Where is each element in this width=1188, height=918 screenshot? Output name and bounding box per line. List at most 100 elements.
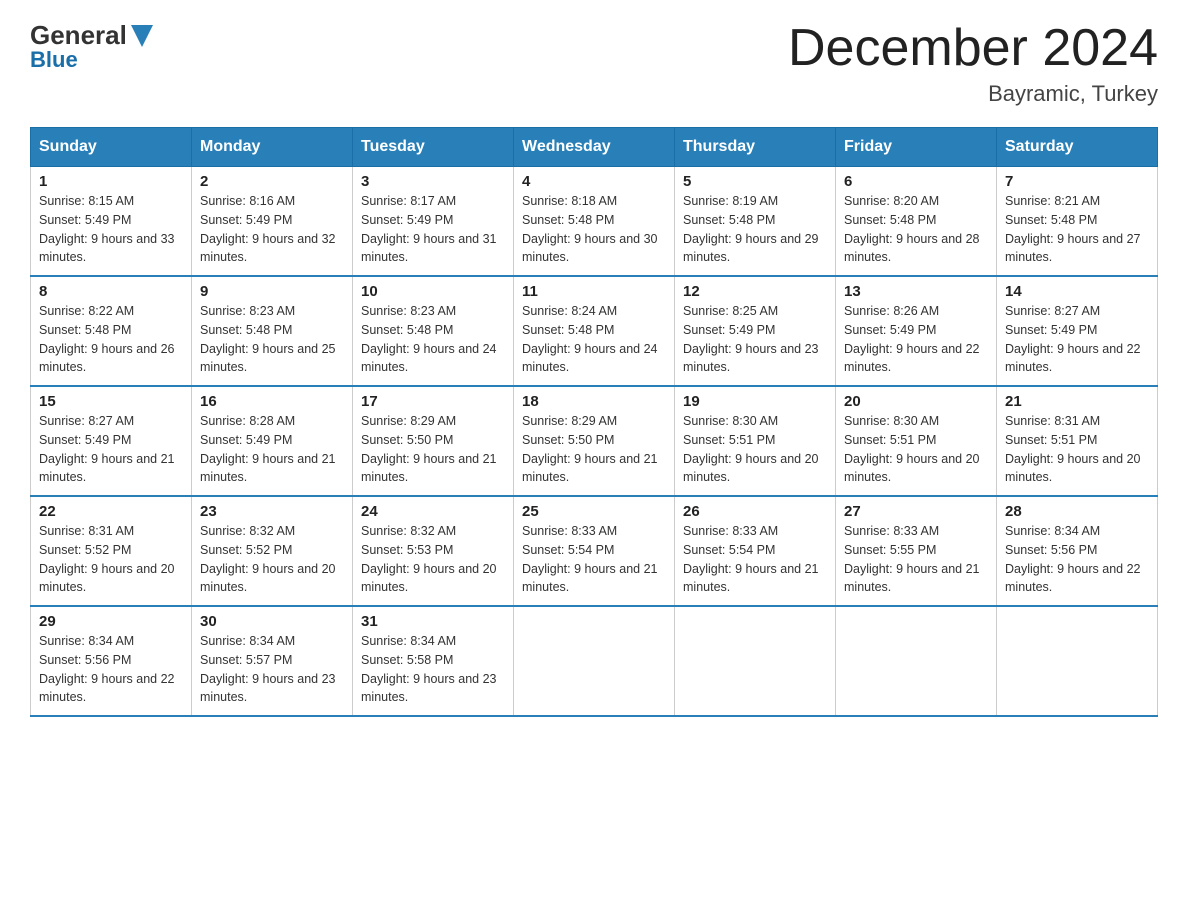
daylight-label: Daylight: 9 hours and 21 minutes.	[200, 452, 336, 485]
table-row: 7 Sunrise: 8:21 AM Sunset: 5:48 PM Dayli…	[997, 167, 1158, 277]
daylight-label: Daylight: 9 hours and 21 minutes.	[361, 452, 497, 485]
daylight-label: Daylight: 9 hours and 20 minutes.	[39, 562, 175, 595]
daylight-label: Daylight: 9 hours and 20 minutes.	[683, 452, 819, 485]
col-wednesday: Wednesday	[514, 128, 675, 167]
daylight-label: Daylight: 9 hours and 20 minutes.	[1005, 452, 1141, 485]
table-row: 21 Sunrise: 8:31 AM Sunset: 5:51 PM Dayl…	[997, 386, 1158, 496]
day-info: Sunrise: 8:23 AM Sunset: 5:48 PM Dayligh…	[200, 302, 344, 377]
sunset-label: Sunset: 5:53 PM	[361, 543, 453, 557]
day-number: 22	[39, 503, 183, 520]
daylight-label: Daylight: 9 hours and 24 minutes.	[361, 342, 497, 375]
sunrise-label: Sunrise: 8:34 AM	[200, 634, 295, 648]
day-info: Sunrise: 8:30 AM Sunset: 5:51 PM Dayligh…	[683, 412, 827, 487]
table-row: 28 Sunrise: 8:34 AM Sunset: 5:56 PM Dayl…	[997, 496, 1158, 606]
day-number: 15	[39, 393, 183, 410]
sunset-label: Sunset: 5:52 PM	[39, 543, 131, 557]
daylight-label: Daylight: 9 hours and 21 minutes.	[39, 452, 175, 485]
daylight-label: Daylight: 9 hours and 21 minutes.	[683, 562, 819, 595]
sunrise-label: Sunrise: 8:34 AM	[361, 634, 456, 648]
day-number: 14	[1005, 283, 1149, 300]
table-row: 24 Sunrise: 8:32 AM Sunset: 5:53 PM Dayl…	[353, 496, 514, 606]
table-row: 12 Sunrise: 8:25 AM Sunset: 5:49 PM Dayl…	[675, 276, 836, 386]
sunset-label: Sunset: 5:49 PM	[39, 433, 131, 447]
daylight-label: Daylight: 9 hours and 23 minutes.	[200, 672, 336, 705]
calendar-week-5: 29 Sunrise: 8:34 AM Sunset: 5:56 PM Dayl…	[31, 606, 1158, 716]
col-friday: Friday	[836, 128, 997, 167]
day-info: Sunrise: 8:34 AM Sunset: 5:57 PM Dayligh…	[200, 632, 344, 707]
sunset-label: Sunset: 5:48 PM	[522, 213, 614, 227]
day-number: 25	[522, 503, 666, 520]
day-info: Sunrise: 8:18 AM Sunset: 5:48 PM Dayligh…	[522, 192, 666, 267]
day-info: Sunrise: 8:33 AM Sunset: 5:54 PM Dayligh…	[522, 522, 666, 597]
table-row: 4 Sunrise: 8:18 AM Sunset: 5:48 PM Dayli…	[514, 167, 675, 277]
day-number: 30	[200, 613, 344, 630]
table-row: 6 Sunrise: 8:20 AM Sunset: 5:48 PM Dayli…	[836, 167, 997, 277]
table-row: 11 Sunrise: 8:24 AM Sunset: 5:48 PM Dayl…	[514, 276, 675, 386]
daylight-label: Daylight: 9 hours and 23 minutes.	[683, 342, 819, 375]
sunrise-label: Sunrise: 8:27 AM	[39, 414, 134, 428]
sunset-label: Sunset: 5:48 PM	[1005, 213, 1097, 227]
day-info: Sunrise: 8:27 AM Sunset: 5:49 PM Dayligh…	[1005, 302, 1149, 377]
sunset-label: Sunset: 5:58 PM	[361, 653, 453, 667]
col-monday: Monday	[192, 128, 353, 167]
daylight-label: Daylight: 9 hours and 22 minutes.	[1005, 342, 1141, 375]
sunrise-label: Sunrise: 8:20 AM	[844, 194, 939, 208]
day-info: Sunrise: 8:32 AM Sunset: 5:53 PM Dayligh…	[361, 522, 505, 597]
day-info: Sunrise: 8:33 AM Sunset: 5:55 PM Dayligh…	[844, 522, 988, 597]
sunrise-label: Sunrise: 8:26 AM	[844, 304, 939, 318]
sunrise-label: Sunrise: 8:32 AM	[200, 524, 295, 538]
day-number: 8	[39, 283, 183, 300]
table-row: 23 Sunrise: 8:32 AM Sunset: 5:52 PM Dayl…	[192, 496, 353, 606]
sunset-label: Sunset: 5:52 PM	[200, 543, 292, 557]
calendar-week-2: 8 Sunrise: 8:22 AM Sunset: 5:48 PM Dayli…	[31, 276, 1158, 386]
day-number: 6	[844, 173, 988, 190]
sunset-label: Sunset: 5:49 PM	[683, 323, 775, 337]
day-number: 20	[844, 393, 988, 410]
day-number: 23	[200, 503, 344, 520]
day-info: Sunrise: 8:22 AM Sunset: 5:48 PM Dayligh…	[39, 302, 183, 377]
table-row: 10 Sunrise: 8:23 AM Sunset: 5:48 PM Dayl…	[353, 276, 514, 386]
logo: General Blue	[30, 20, 153, 73]
sunset-label: Sunset: 5:49 PM	[39, 213, 131, 227]
calendar-week-4: 22 Sunrise: 8:31 AM Sunset: 5:52 PM Dayl…	[31, 496, 1158, 606]
col-sunday: Sunday	[31, 128, 192, 167]
sunset-label: Sunset: 5:48 PM	[361, 323, 453, 337]
day-number: 9	[200, 283, 344, 300]
daylight-label: Daylight: 9 hours and 31 minutes.	[361, 232, 497, 265]
day-info: Sunrise: 8:31 AM Sunset: 5:52 PM Dayligh…	[39, 522, 183, 597]
sunrise-label: Sunrise: 8:27 AM	[1005, 304, 1100, 318]
calendar-week-1: 1 Sunrise: 8:15 AM Sunset: 5:49 PM Dayli…	[31, 167, 1158, 277]
sunrise-label: Sunrise: 8:34 AM	[39, 634, 134, 648]
daylight-label: Daylight: 9 hours and 21 minutes.	[844, 562, 980, 595]
daylight-label: Daylight: 9 hours and 27 minutes.	[1005, 232, 1141, 265]
sunrise-label: Sunrise: 8:30 AM	[844, 414, 939, 428]
day-info: Sunrise: 8:25 AM Sunset: 5:49 PM Dayligh…	[683, 302, 827, 377]
day-info: Sunrise: 8:23 AM Sunset: 5:48 PM Dayligh…	[361, 302, 505, 377]
daylight-label: Daylight: 9 hours and 23 minutes.	[361, 672, 497, 705]
day-info: Sunrise: 8:27 AM Sunset: 5:49 PM Dayligh…	[39, 412, 183, 487]
table-row: 27 Sunrise: 8:33 AM Sunset: 5:55 PM Dayl…	[836, 496, 997, 606]
sunrise-label: Sunrise: 8:29 AM	[522, 414, 617, 428]
sunset-label: Sunset: 5:48 PM	[200, 323, 292, 337]
day-number: 17	[361, 393, 505, 410]
daylight-label: Daylight: 9 hours and 20 minutes.	[844, 452, 980, 485]
page-header: General Blue December 2024 Bayramic, Tur…	[30, 20, 1158, 107]
daylight-label: Daylight: 9 hours and 33 minutes.	[39, 232, 175, 265]
table-row: 31 Sunrise: 8:34 AM Sunset: 5:58 PM Dayl…	[353, 606, 514, 716]
sunrise-label: Sunrise: 8:23 AM	[361, 304, 456, 318]
sunrise-label: Sunrise: 8:31 AM	[1005, 414, 1100, 428]
day-number: 31	[361, 613, 505, 630]
table-row: 9 Sunrise: 8:23 AM Sunset: 5:48 PM Dayli…	[192, 276, 353, 386]
day-info: Sunrise: 8:34 AM Sunset: 5:58 PM Dayligh…	[361, 632, 505, 707]
table-row: 14 Sunrise: 8:27 AM Sunset: 5:49 PM Dayl…	[997, 276, 1158, 386]
day-number: 19	[683, 393, 827, 410]
day-number: 28	[1005, 503, 1149, 520]
sunset-label: Sunset: 5:54 PM	[522, 543, 614, 557]
sunset-label: Sunset: 5:51 PM	[1005, 433, 1097, 447]
page-title: December 2024	[788, 20, 1158, 77]
day-number: 21	[1005, 393, 1149, 410]
day-info: Sunrise: 8:33 AM Sunset: 5:54 PM Dayligh…	[683, 522, 827, 597]
day-info: Sunrise: 8:31 AM Sunset: 5:51 PM Dayligh…	[1005, 412, 1149, 487]
sunset-label: Sunset: 5:55 PM	[844, 543, 936, 557]
sunset-label: Sunset: 5:48 PM	[844, 213, 936, 227]
